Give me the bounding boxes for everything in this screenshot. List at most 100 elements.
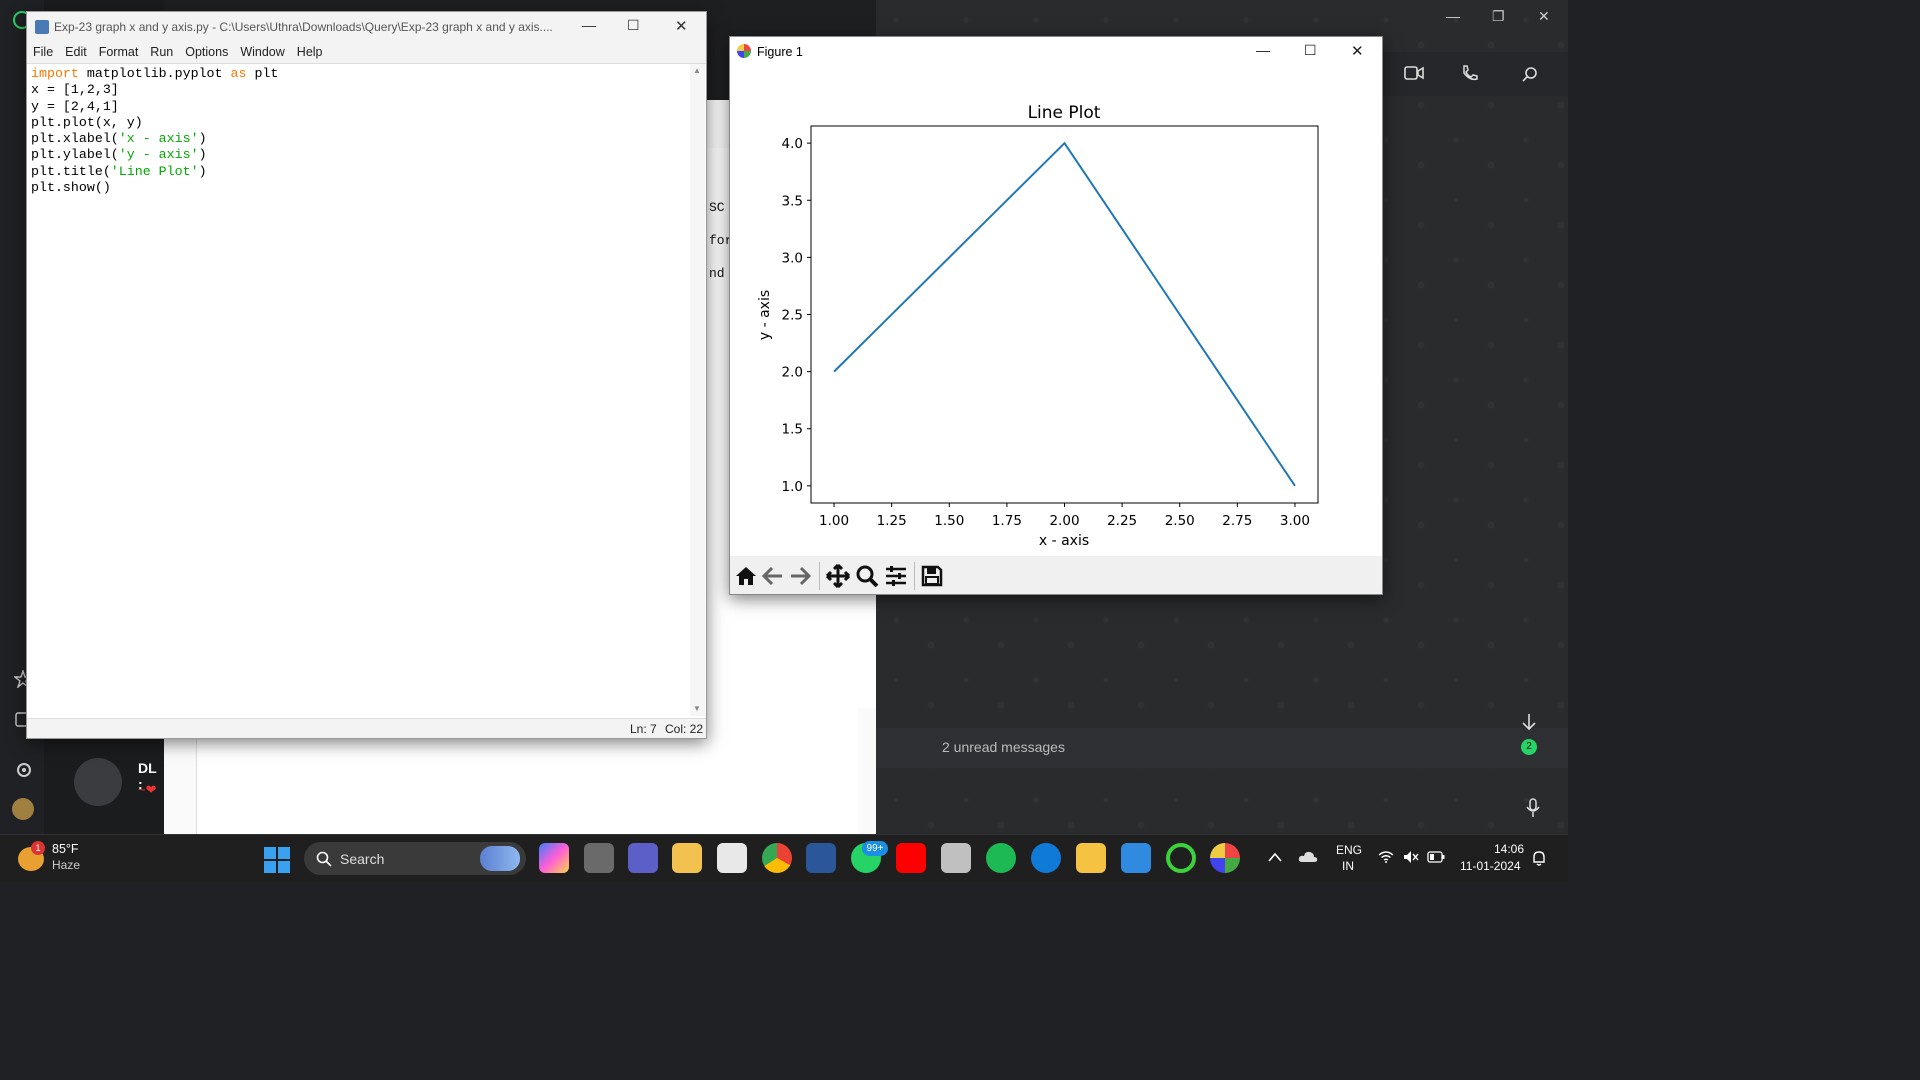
forward-arrow-icon[interactable] (788, 564, 812, 588)
notification-bell-icon[interactable] (1532, 850, 1546, 866)
figure-title-bar[interactable]: Figure 1 — ☐ ✕ (730, 37, 1382, 67)
menu-format[interactable]: Format (93, 42, 145, 62)
snipping-tool-icon[interactable] (941, 843, 971, 873)
code-line[interactable]: y = [2,4,1] (31, 99, 691, 115)
save-floppy-icon[interactable] (920, 564, 944, 588)
taskbar-search-box[interactable]: Search (304, 842, 526, 875)
menu-run[interactable]: Run (144, 42, 179, 62)
voice-call-icon[interactable] (1460, 64, 1478, 82)
code-line[interactable]: plt.show() (31, 180, 691, 196)
edge-icon[interactable] (1031, 843, 1061, 873)
close-icon[interactable]: ✕ (1351, 42, 1364, 60)
maximize-icon[interactable]: ☐ (1304, 42, 1317, 59)
search-label: Search (340, 851, 385, 867)
settings-gear-icon[interactable] (14, 760, 34, 780)
youtube-icon[interactable] (896, 843, 926, 873)
copilot-icon[interactable] (539, 843, 569, 873)
code-line[interactable]: plt.plot(x, y) (31, 115, 691, 131)
code-token: plt.title( (31, 163, 111, 179)
microphone-icon[interactable] (1526, 798, 1540, 818)
restore-icon[interactable]: ❐ (1492, 8, 1505, 25)
group-avatar[interactable] (74, 758, 122, 806)
speaker-muted-icon[interactable] (1403, 850, 1419, 864)
chat-header-actions (1382, 52, 1568, 96)
video-call-icon[interactable] (1404, 64, 1424, 82)
battery-icon[interactable] (1427, 851, 1445, 863)
configure-subplots-icon[interactable] (884, 564, 908, 588)
menu-window[interactable]: Window (234, 42, 290, 62)
task-view-icon[interactable] (584, 843, 614, 873)
profile-avatar[interactable] (12, 798, 34, 820)
vertical-scrollbar[interactable]: ▲ ▼ (690, 64, 705, 716)
code-keyword: import (31, 66, 79, 81)
weather-desc: Haze (52, 858, 81, 872)
y-tick-label: 3.5 (782, 193, 803, 209)
clock-time[interactable]: 14:06 (1494, 842, 1524, 856)
code-string: 'y - axis' (118, 147, 199, 163)
menu-edit[interactable]: Edit (59, 42, 93, 62)
spotify-icon[interactable] (986, 843, 1016, 873)
home-icon[interactable] (734, 564, 758, 588)
file-explorer-icon[interactable] (672, 843, 702, 873)
code-line[interactable]: plt.xlabel('x - axis') (31, 131, 691, 147)
chevron-up-icon[interactable] (1268, 852, 1282, 862)
weather-badge: 1 (31, 841, 45, 855)
code-line[interactable]: plt.ylabel('y - axis') (31, 147, 691, 163)
close-icon[interactable]: ✕ (675, 17, 688, 35)
editor-status-bar: Ln: 7 Col: 22 (27, 718, 706, 738)
pan-move-icon[interactable] (826, 564, 850, 588)
minimize-icon[interactable]: — (1446, 8, 1460, 24)
close-icon[interactable]: ✕ (1538, 8, 1550, 25)
scroll-down-arrow-icon[interactable]: ▼ (693, 704, 701, 713)
code-line[interactable]: x = [1,2,3] (31, 82, 691, 98)
series-line (833, 141, 1296, 487)
back-arrow-icon[interactable] (761, 564, 785, 588)
menu-options[interactable]: Options (179, 42, 234, 62)
teams-icon[interactable] (628, 843, 658, 873)
menu-help[interactable]: Help (291, 42, 329, 62)
scroll-down-arrow-icon[interactable] (1520, 712, 1538, 732)
python-idle-icon[interactable] (717, 843, 747, 873)
editor-title-bar[interactable]: Exp-23 graph x and y axis.py - C:\Users\… (27, 12, 706, 42)
menu-file[interactable]: File (27, 42, 59, 62)
code-token: ) (198, 131, 207, 147)
search-icon[interactable] (1522, 66, 1538, 82)
x-tick-label: 1.50 (934, 513, 964, 529)
matplotlib-figure-taskbar-icon[interactable] (1210, 843, 1240, 873)
code-line[interactable]: plt.title('Line Plot') (31, 164, 691, 180)
notes-file-icon[interactable] (1076, 843, 1106, 873)
code-token: plt.plot(x, y) (31, 114, 143, 130)
code-token: matplotlib.pyplot (78, 66, 231, 81)
x-tick-label: 2.75 (1222, 513, 1252, 529)
word-icon[interactable] (806, 843, 836, 873)
code-string: 'x - axis' (118, 131, 199, 147)
matplotlib-figure-window: Figure 1 — ☐ ✕ Line Plot 1.00 1.25 1.50 1.7… (729, 36, 1383, 595)
chrome-icon[interactable] (762, 843, 792, 873)
code-token: ) (198, 147, 207, 163)
y-tick-label: 4.0 (782, 136, 803, 152)
matplotlib-logo-icon (737, 44, 751, 58)
y-tick-label: 3.0 (782, 250, 803, 266)
maximize-icon[interactable]: ☐ (627, 17, 640, 34)
minimize-icon[interactable]: — (1256, 42, 1270, 58)
status-column: Col: 22 (665, 722, 704, 736)
scroll-up-arrow-icon[interactable]: ▲ (693, 66, 701, 75)
toolbar-divider (819, 562, 820, 590)
search-icon (316, 851, 332, 867)
x-tick-label: 1.00 (819, 513, 849, 529)
onedrive-cloud-icon[interactable] (1298, 849, 1318, 863)
navigation-toolbar (730, 556, 1382, 594)
zoom-magnifier-icon[interactable] (855, 564, 879, 588)
minimize-icon[interactable]: — (582, 17, 596, 33)
clock-date[interactable]: 11-01-2024 (1460, 859, 1521, 873)
editor-menu-bar: File Edit Format Run Options Window Help (27, 42, 706, 64)
weather-temp[interactable]: 85°F (52, 842, 79, 856)
unread-messages-banner: 2 unread messages (876, 728, 1568, 768)
photos-icon[interactable] (1121, 843, 1151, 873)
loading-app-icon[interactable] (1166, 843, 1196, 873)
code-editor-text[interactable]: import matplotlib.pyplot as plt x = [1,2,… (31, 66, 691, 196)
windows-start-icon[interactable] (264, 847, 290, 873)
wifi-icon[interactable] (1378, 851, 1394, 863)
language-line1[interactable]: ENG (1336, 843, 1362, 857)
code-line[interactable]: import matplotlib.pyplot as plt (31, 66, 691, 82)
